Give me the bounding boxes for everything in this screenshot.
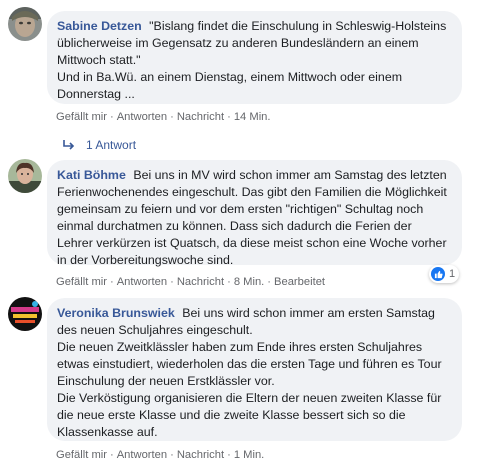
timestamp[interactable]: 8 Min. — [234, 276, 264, 288]
timestamp[interactable]: 1 Min. — [234, 449, 264, 461]
comment-author[interactable]: Sabine Detzen — [57, 19, 142, 33]
comment-bubble: Veronika Brunswiek Bei uns wird schon im… — [47, 298, 462, 441]
like-link[interactable]: Gefällt mir — [56, 111, 107, 123]
timestamp[interactable]: 14 Min. — [234, 111, 271, 123]
reply-link[interactable]: Antworten — [117, 276, 167, 288]
view-replies-link[interactable]: 1 Antwort — [62, 137, 136, 153]
comment-author[interactable]: Kati Böhme — [57, 168, 126, 182]
comment-actions: Gefällt mir · Antworten · Nachricht · 8 Min. · B… — [56, 276, 326, 288]
comment-actions: Gefällt mir · Antworten · Nachricht · 1 Min. — [56, 449, 265, 461]
message-link[interactable]: Nachricht — [177, 449, 224, 461]
comment-bubble: Kati Böhme Bei uns in MV wird schon imme… — [47, 160, 462, 267]
reaction-count: 1 — [449, 268, 456, 280]
avatar[interactable] — [8, 297, 42, 331]
comment-text: Bei uns wird schon immer am ersten Samst… — [57, 306, 442, 439]
reply-arrow-icon — [63, 140, 75, 150]
avatar[interactable] — [8, 159, 42, 193]
reaction-badge[interactable]: 1 — [429, 265, 460, 283]
edited-label[interactable]: Bearbeitet — [274, 276, 325, 288]
like-link[interactable]: Gefällt mir — [56, 276, 107, 288]
avatar[interactable] — [8, 7, 42, 41]
comment-actions: Gefällt mir · Antworten · Nachricht · 14 Min. — [56, 111, 271, 123]
like-link[interactable]: Gefällt mir — [56, 449, 107, 461]
message-link[interactable]: Nachricht — [177, 276, 224, 288]
comment-bubble: Sabine Detzen "Bislang findet die Einsch… — [47, 11, 462, 104]
replies-count[interactable]: 1 Antwort — [86, 137, 136, 153]
message-link[interactable]: Nachricht — [177, 111, 224, 123]
reply-link[interactable]: Antworten — [117, 111, 167, 123]
comment-author[interactable]: Veronika Brunswiek — [57, 306, 175, 320]
like-reaction-icon — [431, 267, 445, 281]
comment-text: Bei uns in MV wird schon immer am Samsta… — [57, 168, 447, 267]
reply-link[interactable]: Antworten — [117, 449, 167, 461]
